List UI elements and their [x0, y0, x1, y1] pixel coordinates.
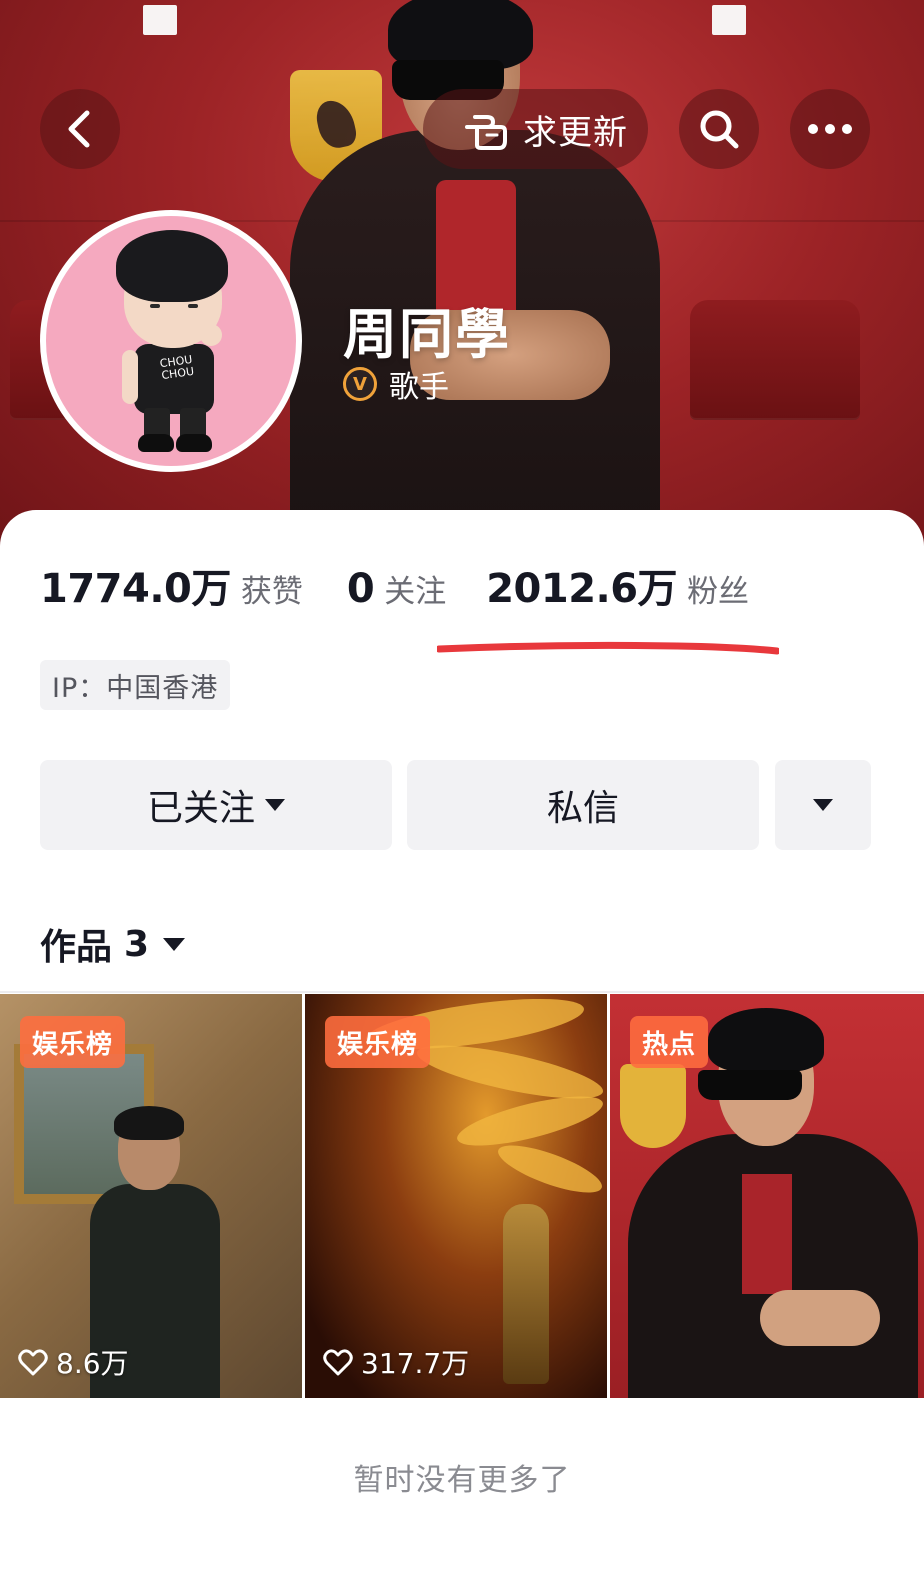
fans-count: 2012.6万 [486, 566, 678, 612]
divider [0, 991, 924, 993]
avatar-figure-shoe [176, 434, 212, 452]
profile-name: 周同學 [343, 303, 511, 366]
avatar-figure-shoe [138, 434, 174, 452]
works-tab-label: 作品 [40, 927, 113, 968]
avatar-figure-hair [116, 230, 228, 302]
works-count: 3 [124, 923, 150, 965]
status-bar-mark [143, 5, 177, 35]
video-tile[interactable]: 热点 [610, 994, 924, 1398]
verified-badge-icon: V [343, 367, 377, 401]
tile-person [503, 1204, 549, 1384]
video-tile[interactable]: 娱乐榜 317.7万 [305, 994, 607, 1398]
heart-icon [323, 1349, 353, 1376]
avatar-figure-eye [150, 304, 160, 308]
ferrari-logo [620, 1064, 686, 1148]
tile-likes: 317.7万 [323, 1342, 469, 1382]
status-bar-mark [712, 5, 746, 35]
tile-badge: 娱乐榜 [325, 1016, 431, 1068]
works-tab[interactable]: 作品 3 [40, 918, 186, 970]
red-underline-annotation [437, 641, 779, 655]
more-dots-icon [808, 124, 852, 134]
tile-likes-count: 8.6万 [56, 1347, 129, 1380]
tile-person-hands [760, 1290, 880, 1346]
more-actions-button[interactable] [775, 760, 871, 850]
tile-person-hair [708, 1008, 824, 1072]
following-label: 关注 [384, 574, 447, 610]
caret-down-icon [163, 937, 186, 951]
tile-person-shirt [742, 1174, 792, 1294]
video-tile[interactable]: 娱乐榜 8.6万 [0, 994, 302, 1398]
avatar-figure-eye [188, 304, 198, 308]
likes-label: 获赞 [240, 574, 303, 610]
caret-down-icon [265, 799, 285, 811]
banner-seat [690, 300, 860, 420]
no-more-content-note: 暂时没有更多了 [353, 1463, 571, 1498]
profile-content: 1774.0万 获赞 0 关注 2012.6万 粉丝 IP：中国香港 已关注 私… [0, 510, 924, 1591]
chevron-left-icon [68, 110, 90, 148]
verification-label: 歌手 [389, 370, 449, 405]
avatar-figure-arm [122, 350, 138, 404]
stats-row: 1774.0万 获赞 0 关注 2012.6万 粉丝 [40, 556, 749, 614]
stat-following[interactable]: 0 关注 [347, 566, 446, 612]
followed-label: 已关注 [146, 788, 255, 829]
followed-button[interactable]: 已关注 [40, 760, 392, 850]
pointing-hand-icon [465, 115, 507, 150]
following-count: 0 [346, 566, 375, 612]
ip-location-tag: IP：中国香港 [40, 660, 231, 710]
works-grid: 娱乐榜 8.6万 娱乐榜 317.7万 热点 [0, 994, 924, 1398]
avatar-figure-hand [200, 324, 222, 346]
tile-person-hair [114, 1106, 184, 1140]
request-update-label: 求更新 [523, 112, 628, 153]
fans-label: 粉丝 [687, 574, 750, 610]
request-update-button[interactable]: 求更新 [423, 89, 648, 169]
search-button[interactable] [679, 89, 759, 169]
message-label: 私信 [546, 788, 619, 829]
action-row: 已关注 私信 [40, 760, 871, 850]
caret-down-icon [813, 799, 833, 811]
verification-row: V 歌手 [343, 362, 449, 406]
tile-badge: 娱乐榜 [20, 1016, 126, 1068]
golden-flame [493, 1136, 607, 1202]
more-button[interactable] [790, 89, 870, 169]
horse-icon [313, 96, 359, 152]
tile-badge: 热点 [630, 1016, 709, 1068]
likes-count: 1774.0万 [40, 566, 231, 612]
tile-person-glasses [698, 1070, 802, 1100]
search-icon [700, 110, 739, 149]
avatar[interactable]: CHOU CHOU [40, 210, 302, 472]
stat-likes[interactable]: 1774.0万 获赞 [40, 556, 303, 614]
tile-likes: 8.6万 [18, 1342, 129, 1382]
back-button[interactable] [40, 89, 120, 169]
tile-likes-count: 317.7万 [361, 1347, 470, 1380]
stat-fans[interactable]: 2012.6万 粉丝 [486, 556, 749, 614]
golden-flame [453, 1086, 607, 1156]
heart-icon [18, 1349, 48, 1376]
message-button[interactable]: 私信 [407, 760, 759, 850]
